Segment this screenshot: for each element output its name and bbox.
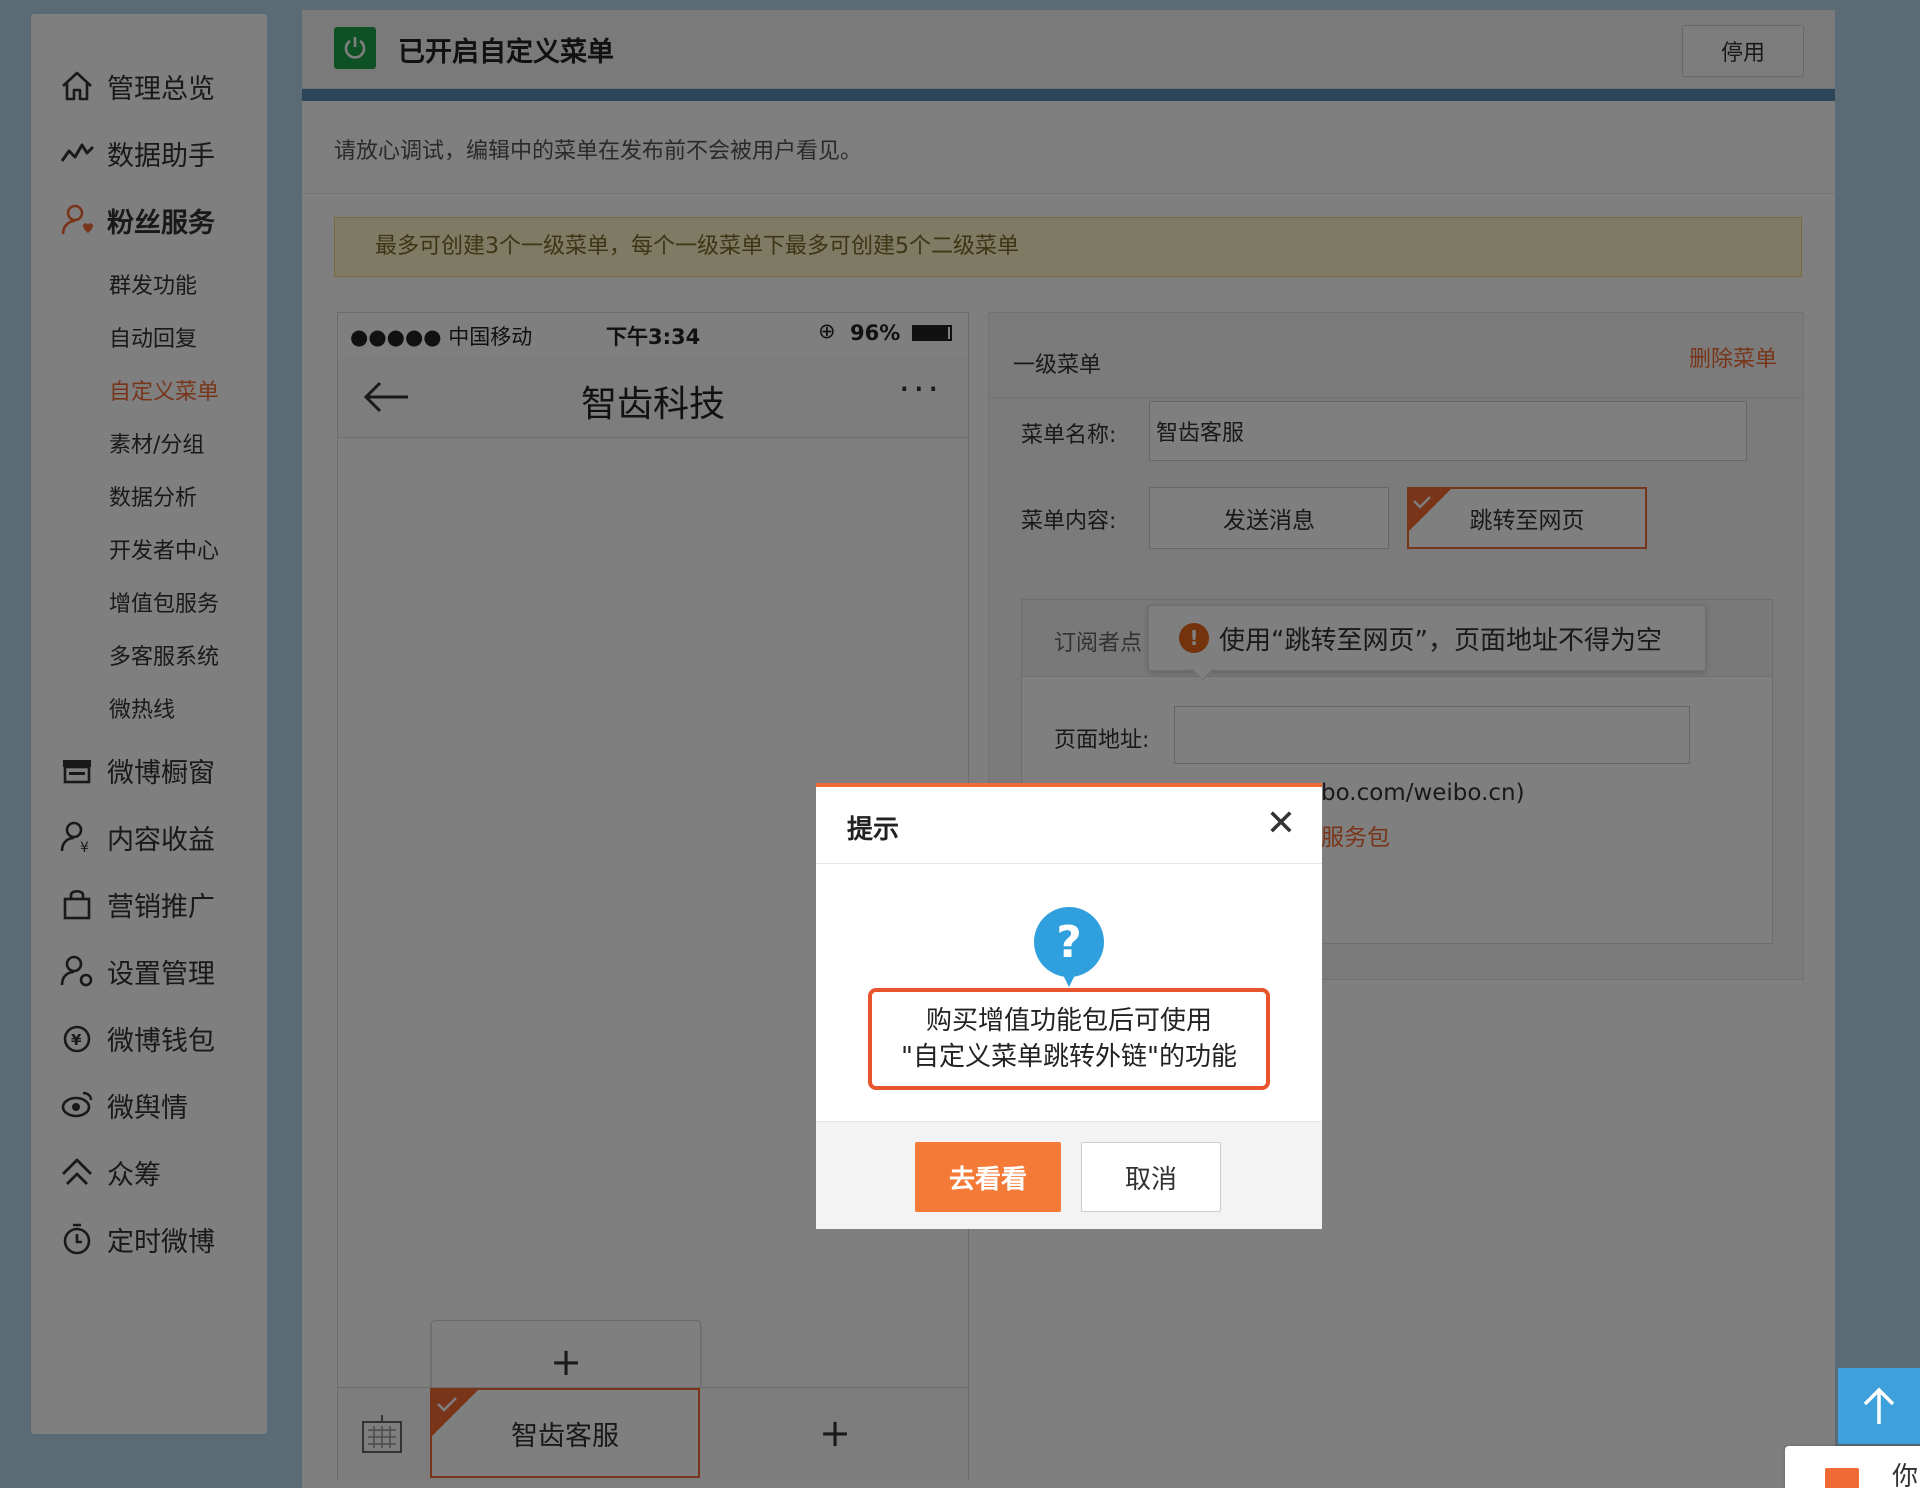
dialog-footer: 去看看 取消 xyxy=(816,1121,1322,1229)
dialog-divider xyxy=(816,863,1322,864)
message-widget-text: 你 xyxy=(1892,1462,1919,1488)
question-icon: ? xyxy=(1034,907,1104,987)
close-icon[interactable]: ✕ xyxy=(1266,803,1296,844)
mail-icon xyxy=(1825,1468,1859,1488)
svg-text:?: ? xyxy=(1056,917,1082,968)
go-see-button[interactable]: 去看看 xyxy=(915,1142,1061,1212)
cancel-button[interactable]: 取消 xyxy=(1081,1142,1221,1212)
tip-dialog: 提示 ✕ ? 购买增值功能包后可使用 "自定义菜单跳转外链"的功能 去看看 取消 xyxy=(816,783,1322,1229)
dialog-message: 购买增值功能包后可使用 "自定义菜单跳转外链"的功能 xyxy=(868,988,1270,1090)
modal-overlay xyxy=(0,0,1920,1488)
message-widget[interactable]: 你 xyxy=(1785,1446,1920,1488)
dialog-title: 提示 xyxy=(847,815,900,845)
arrow-up-icon xyxy=(1863,1387,1895,1424)
back-to-top-button[interactable] xyxy=(1838,1368,1920,1444)
